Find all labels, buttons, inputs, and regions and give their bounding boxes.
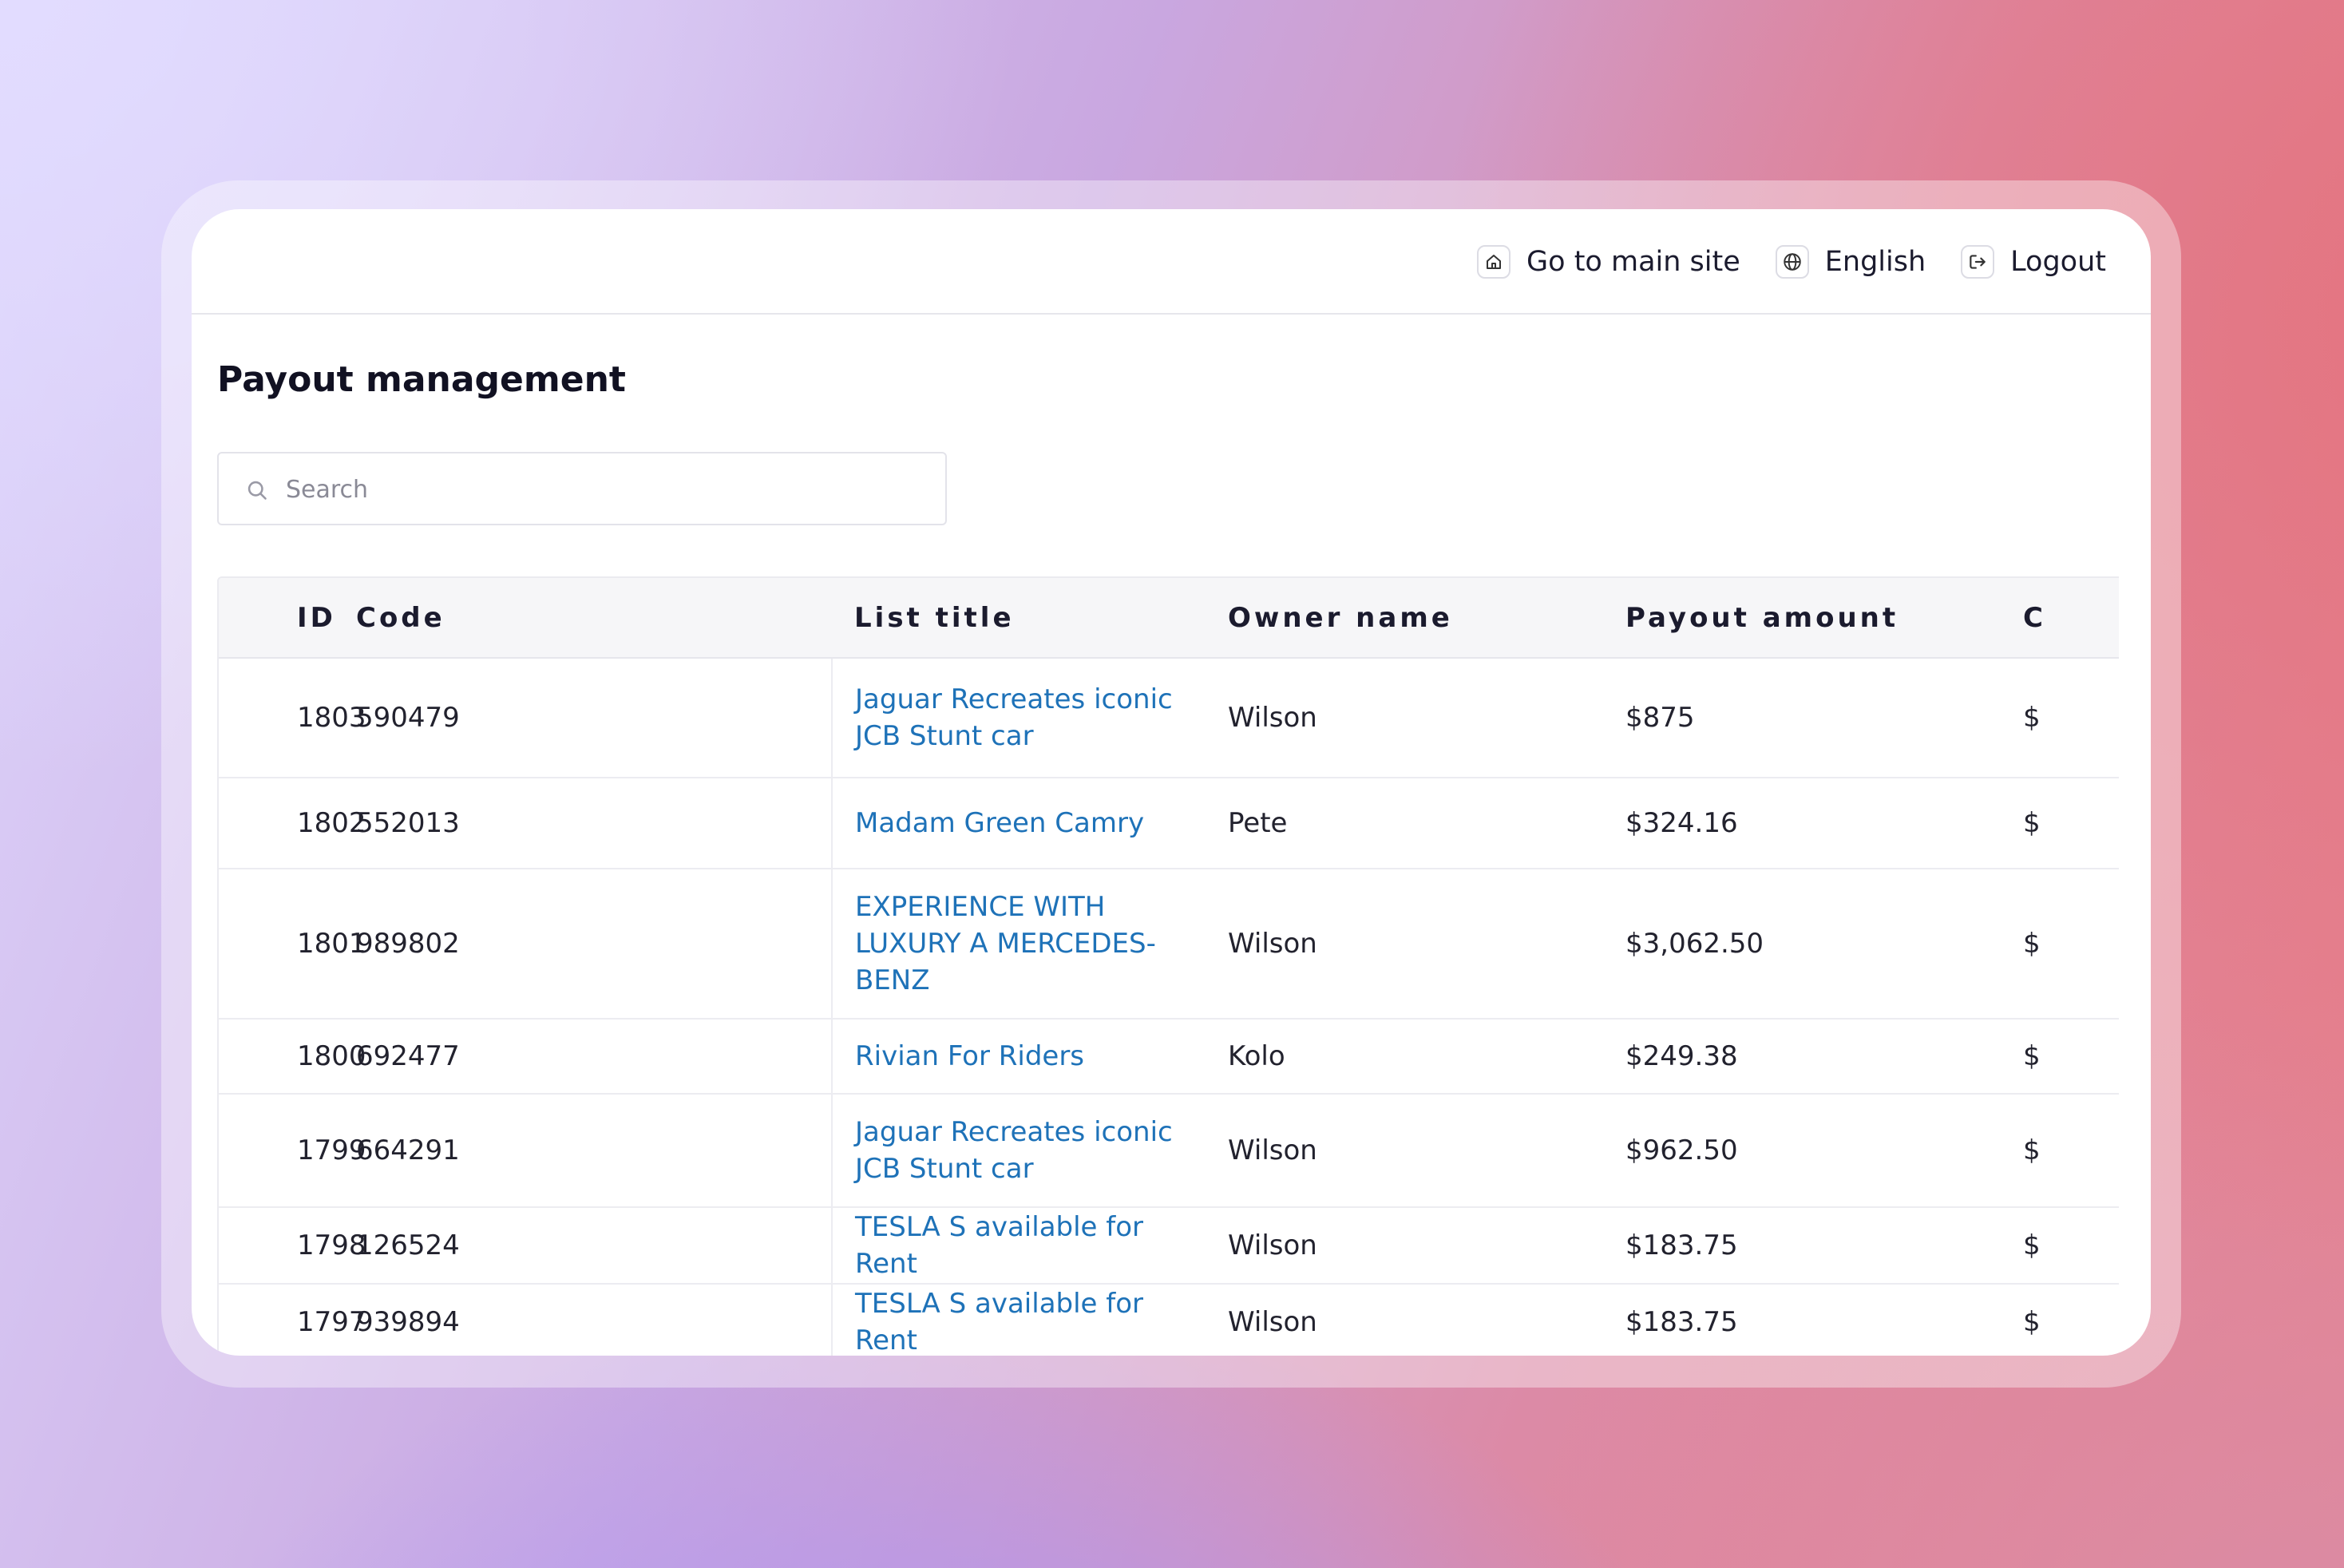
search-icon: [247, 481, 267, 500]
table-row: 1802 552013 Madam Green Camry Pete $324.…: [219, 778, 2119, 869]
cell-payout-amount: $3,062.50: [1625, 869, 2023, 1020]
table-row: 1800 692477 Rivian For Riders Kolo $249.…: [219, 1019, 2119, 1095]
cell-list-title: Rivian For Riders: [831, 1019, 1228, 1095]
globe-icon: [1775, 245, 1809, 279]
list-title-link[interactable]: TESLA S available for Rent: [855, 1211, 1143, 1280]
table-row: 1801 989802 EXPERIENCE WITH LUXURY A MER…: [219, 869, 2119, 1020]
cell-truncated: $: [2023, 658, 2119, 778]
logout-label: Logout: [2010, 246, 2106, 278]
cell-payout-amount: $183.75: [1625, 1207, 2023, 1285]
cell-list-title: Jaguar Recreates iconic JCB Stunt car: [831, 658, 1228, 778]
payout-table-container[interactable]: ID Code List title Owner name Payout amo…: [217, 576, 2119, 1356]
column-header-id[interactable]: ID: [219, 578, 356, 659]
logout-button[interactable]: Logout: [1961, 245, 2106, 279]
cell-payout-amount: $962.50: [1625, 1094, 2023, 1208]
table-row: 1797 939894 TESLA S available for Rent W…: [219, 1284, 2119, 1356]
list-title-link[interactable]: Jaguar Recreates iconic JCB Stunt car: [855, 1116, 1173, 1185]
cell-id: 1802: [219, 778, 366, 869]
cell-owner-name: Wilson: [1228, 1094, 1625, 1208]
cell-payout-amount: $249.38: [1625, 1019, 2023, 1095]
app-window: Go to main site English Logout Payout ma…: [192, 209, 2151, 1356]
cell-list-title: TESLA S available for Rent: [831, 1207, 1228, 1285]
column-header-truncated[interactable]: C: [2023, 578, 2119, 659]
cell-truncated: $: [2023, 1207, 2119, 1285]
list-title-link[interactable]: Jaguar Recreates iconic JCB Stunt car: [855, 683, 1173, 752]
table-row: 1799 664291 Jaguar Recreates iconic JCB …: [219, 1094, 2119, 1208]
cell-code: 692477: [356, 1019, 832, 1095]
cell-code: 590479: [356, 658, 832, 778]
cell-payout-amount: $875: [1625, 658, 2023, 778]
cell-owner-name: Wilson: [1228, 658, 1625, 778]
top-bar: Go to main site English Logout: [192, 209, 2151, 315]
list-title-link[interactable]: Rivian For Riders: [855, 1040, 1084, 1072]
cell-payout-amount: $324.16: [1625, 778, 2023, 869]
cell-truncated: $: [2023, 778, 2119, 869]
cell-payout-amount: $183.75: [1625, 1284, 2023, 1356]
cell-owner-name: Kolo: [1228, 1019, 1625, 1095]
cell-code: 664291: [356, 1094, 832, 1208]
cell-id: 1800: [219, 1019, 366, 1095]
table-row: 1798 126524 TESLA S available for Rent W…: [219, 1207, 2119, 1285]
cell-id: 1799: [219, 1094, 366, 1208]
payout-table: ID Code List title Owner name Payout amo…: [219, 578, 2119, 1356]
cell-owner-name: Wilson: [1228, 869, 1625, 1020]
cell-id: 1797: [219, 1284, 366, 1356]
cell-code: 989802: [356, 869, 832, 1020]
cell-list-title: EXPERIENCE WITH LUXURY A MERCEDES-BENZ: [831, 869, 1228, 1020]
cell-truncated: $: [2023, 1019, 2119, 1095]
top-nav: Go to main site English Logout: [1477, 236, 2106, 287]
column-header-code[interactable]: Code: [356, 578, 832, 659]
page-title: Payout management: [217, 359, 626, 400]
table-row: 1803 590479 Jaguar Recreates iconic JCB …: [219, 658, 2119, 778]
cell-code: 126524: [356, 1207, 832, 1285]
cell-id: 1803: [219, 658, 366, 778]
cell-id: 1801: [219, 869, 366, 1020]
language-selector[interactable]: English: [1775, 245, 1926, 279]
search-input[interactable]: [284, 453, 926, 525]
cell-owner-name: Wilson: [1228, 1284, 1625, 1356]
list-title-link[interactable]: Madam Green Camry: [855, 807, 1144, 839]
column-header-owner-name[interactable]: Owner name: [1228, 578, 1625, 659]
cell-owner-name: Pete: [1228, 778, 1625, 869]
cell-truncated: $: [2023, 1094, 2119, 1208]
cell-list-title: Madam Green Camry: [831, 778, 1228, 869]
home-icon: [1477, 245, 1511, 279]
list-title-link[interactable]: EXPERIENCE WITH LUXURY A MERCEDES-BENZ: [855, 891, 1156, 996]
logout-icon: [1961, 245, 1995, 279]
cell-list-title: TESLA S available for Rent: [831, 1284, 1228, 1356]
cell-truncated: $: [2023, 1284, 2119, 1356]
column-header-list-title[interactable]: List title: [832, 578, 1228, 659]
table-header-row: ID Code List title Owner name Payout amo…: [219, 578, 2119, 659]
cell-code: 939894: [356, 1284, 832, 1356]
go-to-main-site-link[interactable]: Go to main site: [1477, 245, 1740, 279]
column-header-payout-amount[interactable]: Payout amount: [1625, 578, 2023, 659]
cell-id: 1798: [219, 1207, 366, 1285]
go-to-main-site-label: Go to main site: [1526, 246, 1740, 278]
cell-code: 552013: [356, 778, 832, 869]
language-label: English: [1824, 246, 1926, 278]
search-box: [217, 452, 947, 525]
cell-owner-name: Wilson: [1228, 1207, 1625, 1285]
cell-truncated: $: [2023, 869, 2119, 1020]
cell-list-title: Jaguar Recreates iconic JCB Stunt car: [831, 1094, 1228, 1208]
list-title-link[interactable]: TESLA S available for Rent: [855, 1288, 1143, 1356]
